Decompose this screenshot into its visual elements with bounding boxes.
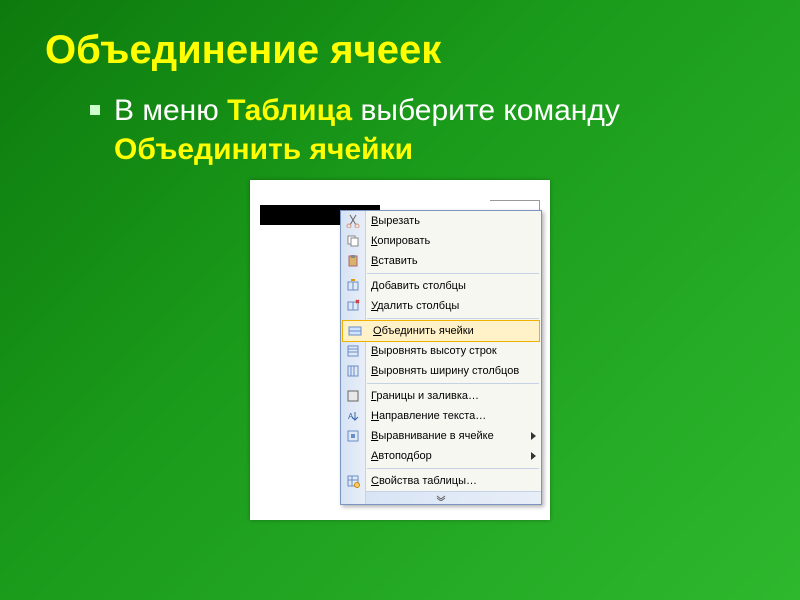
svg-text:A: A [348, 412, 354, 421]
menu-item-paste[interactable]: Вставить [341, 251, 541, 271]
submenu-arrow-icon [531, 452, 536, 460]
none-icon [345, 448, 361, 464]
menu-separator [367, 273, 539, 274]
menu-item-label: Удалить столбцы [371, 300, 459, 312]
menu-item-col-w[interactable]: Выровнять ширину столбцов [341, 361, 541, 381]
menu-item-merge[interactable]: Объединить ячейки [342, 320, 540, 342]
instruction-text: В меню Таблица выберите команду Объедини… [114, 91, 734, 169]
submenu-arrow-icon [531, 432, 536, 440]
menu-item-none[interactable]: Автоподбор [341, 446, 541, 466]
menu-item-label: Добавить столбцы [371, 280, 466, 292]
bullet-icon [90, 105, 100, 115]
bullet-item: В меню Таблица выберите команду Объедини… [0, 73, 800, 169]
menu-item-copy[interactable]: Копировать [341, 231, 541, 251]
slide-title: Объединение ячеек [0, 0, 800, 73]
menu-item-props[interactable]: Свойства таблицы… [341, 471, 541, 491]
del-col-icon [345, 298, 361, 314]
menu-item-label: Границы и заливка… [371, 390, 479, 402]
menu-item-label: Выровнять высоту строк [371, 345, 497, 357]
align-icon [345, 428, 361, 444]
menu-item-label: Вырезать [371, 215, 420, 227]
row-h-icon [345, 343, 361, 359]
menu-item-label: Вставить [371, 255, 418, 267]
add-col-icon [345, 278, 361, 294]
context-menu: Вырезать Копировать Вставить Добавить столб… [340, 210, 542, 505]
copy-icon [345, 233, 361, 249]
menu-separator [367, 383, 539, 384]
menu-item-borders[interactable]: Границы и заливка… [341, 386, 541, 406]
menu-item-add-col[interactable]: Добавить столбцы [341, 276, 541, 296]
cut-icon [345, 213, 361, 229]
menu-item-label: Выравнивание в ячейке [371, 430, 494, 442]
text-dir-icon: A [345, 408, 361, 424]
menu-item-label: Копировать [371, 235, 430, 247]
col-w-icon [345, 363, 361, 379]
menu-item-label: Направление текста… [371, 410, 486, 422]
menu-item-label: Выровнять ширину столбцов [371, 365, 519, 377]
menu-item-row-h[interactable]: Выровнять высоту строк [341, 341, 541, 361]
menu-expand-icon[interactable] [341, 491, 541, 504]
props-icon [345, 473, 361, 489]
menu-item-label: Свойства таблицы… [371, 475, 477, 487]
menu-item-label: Автоподбор [371, 450, 432, 462]
paste-icon [345, 253, 361, 269]
borders-icon [345, 388, 361, 404]
menu-item-del-col[interactable]: Удалить столбцы [341, 296, 541, 316]
menu-separator [367, 318, 539, 319]
menu-item-align[interactable]: Выравнивание в ячейке [341, 426, 541, 446]
menu-separator [367, 468, 539, 469]
menu-item-text-dir[interactable]: A Направление текста… [341, 406, 541, 426]
menu-item-label: Объединить ячейки [373, 325, 474, 337]
menu-item-cut[interactable]: Вырезать [341, 211, 541, 231]
screenshot-panel: Вырезать Копировать Вставить Добавить столб… [250, 180, 550, 520]
merge-icon [347, 323, 363, 339]
